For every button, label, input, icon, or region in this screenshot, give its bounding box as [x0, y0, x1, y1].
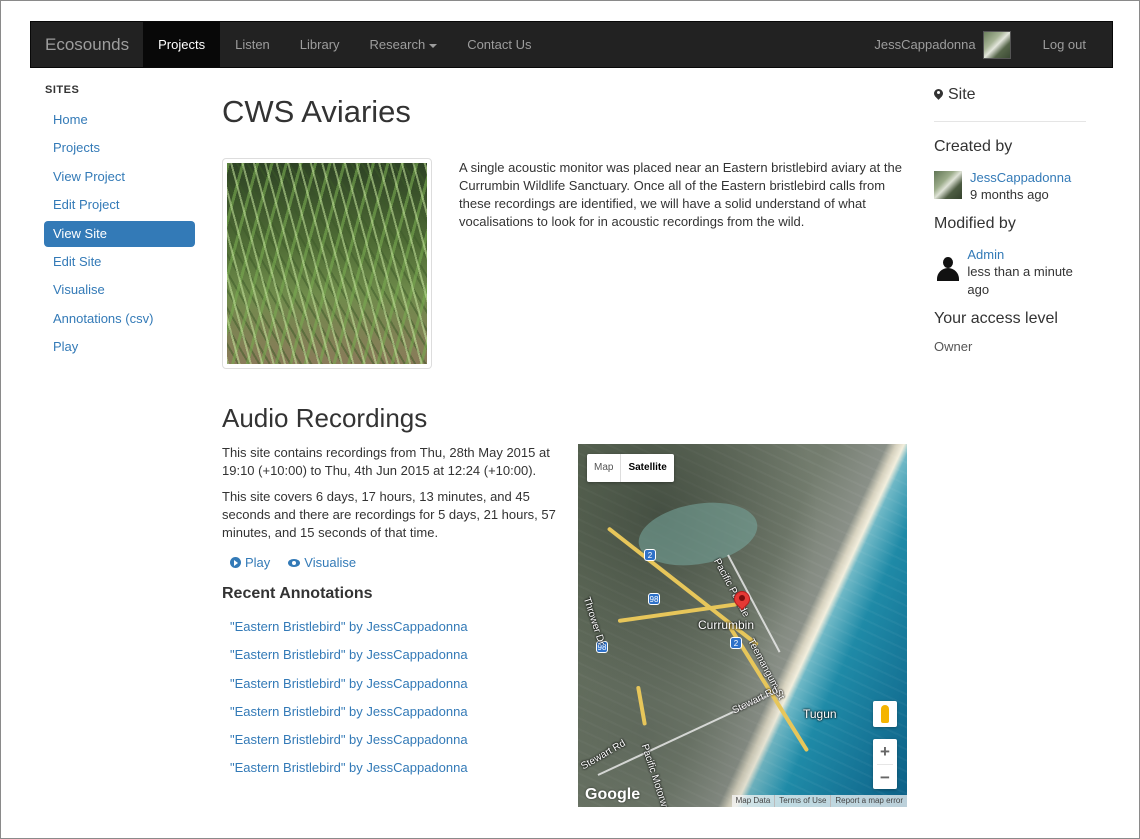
annotation-link[interactable]: "Eastern Bristlebird" by JessCappadonna — [230, 759, 468, 787]
created-time: 9 months ago — [970, 187, 1049, 202]
play-link[interactable]: Play — [230, 555, 270, 570]
sidebar-item-projects[interactable]: Projects — [44, 135, 195, 161]
site-info-panel: Site Created by JessCappadonna 9 months … — [934, 84, 1086, 354]
play-label: Play — [245, 555, 271, 570]
map-data-link[interactable]: Map Data — [732, 795, 775, 807]
modified-time: less than a minute ago — [967, 264, 1073, 297]
map-type-control: Map Satellite — [587, 454, 674, 482]
nav-library[interactable]: Library — [285, 22, 355, 67]
nav-research[interactable]: Research — [355, 22, 453, 67]
access-level-title: Your access level — [934, 310, 1058, 327]
sidebar: SITES Home Projects View Project Edit Pr… — [44, 84, 195, 363]
site-description: A single acoustic monitor was placed nea… — [459, 160, 902, 229]
modifier-details: Admin less than a minute ago — [967, 246, 1086, 299]
brand-link[interactable]: Ecosounds — [31, 22, 143, 67]
site-label: Site — [948, 86, 976, 103]
creator-entry: JessCappadonna 9 months ago — [934, 169, 1086, 204]
map-type-map-button[interactable]: Map — [587, 454, 620, 482]
sidebar-item-view-site[interactable]: View Site — [44, 220, 195, 247]
report-map-error-link[interactable]: Report a map error — [830, 795, 907, 807]
annotation-link[interactable]: "Eastern Bristlebird" by JessCappadonna — [230, 703, 468, 731]
site-thumbnail — [222, 158, 432, 369]
terms-of-use-link[interactable]: Terms of Use — [774, 795, 830, 807]
map-type-satellite-button[interactable]: Satellite — [620, 454, 673, 482]
nav-contact-us[interactable]: Contact Us — [452, 22, 546, 67]
map-label-currumbin: Currumbin — [698, 618, 755, 632]
eye-icon — [288, 558, 301, 567]
logout-link[interactable]: Log out — [1023, 37, 1112, 52]
map-footer: Map Data Terms of Use Report a map error — [731, 795, 907, 807]
zoom-control: + − — [873, 739, 897, 789]
pegman-figure — [881, 705, 889, 723]
zoom-out-button[interactable]: − — [873, 765, 897, 790]
sidebar-item-home[interactable]: Home — [44, 107, 195, 133]
annotation-link[interactable]: "Eastern Bristlebird" by JessCappadonna — [230, 618, 468, 646]
visualise-label: Visualise — [304, 555, 357, 570]
user-avatar — [982, 30, 1011, 59]
play-circle-icon — [230, 557, 241, 568]
creator-name-link[interactable]: JessCappadonna — [970, 169, 1071, 186]
default-user-avatar — [934, 254, 960, 282]
audio-recordings-title: Audio Recordings — [222, 403, 428, 433]
sidebar-item-edit-site[interactable]: Edit Site — [44, 249, 195, 275]
page-title: CWS Aviaries — [222, 94, 411, 129]
route-shield: 98 — [648, 593, 660, 605]
nav-research-label: Research — [369, 37, 426, 52]
caret-down-icon — [429, 43, 438, 48]
site-map[interactable]: Map Satellite 2 98 98 2 Pacific Parade T… — [578, 444, 907, 807]
visualise-link[interactable]: Visualise — [288, 555, 356, 570]
sidebar-heading: SITES — [45, 84, 80, 96]
site-image — [227, 163, 427, 364]
modifier-entry: Admin less than a minute ago — [934, 246, 1086, 299]
user-name: JessCappadonna — [874, 37, 976, 52]
nav-listen[interactable]: Listen — [220, 22, 285, 67]
site-actions: Play Visualise — [230, 555, 356, 570]
street-view-pegman-icon[interactable] — [873, 701, 897, 727]
coverage-text: This site covers 6 days, 17 hours, 13 mi… — [222, 489, 556, 540]
sidebar-item-visualise[interactable]: Visualise — [44, 277, 195, 303]
creator-avatar — [934, 171, 962, 199]
divider — [934, 121, 1086, 122]
annotation-list: "Eastern Bristlebird" by JessCappadonna … — [230, 618, 468, 788]
annotation-link[interactable]: "Eastern Bristlebird" by JessCappadonna — [230, 646, 468, 674]
annotation-link[interactable]: "Eastern Bristlebird" by JessCappadonna — [230, 675, 468, 703]
route-shield: 2 — [644, 549, 656, 561]
map-marker-icon — [934, 89, 943, 102]
recordings-range-text: This site contains recordings from Thu, … — [222, 445, 550, 478]
map-label-tugun: Tugun — [803, 707, 837, 721]
modifier-name-link[interactable]: Admin — [967, 246, 1086, 263]
route-shield: 2 — [730, 637, 742, 649]
top-navbar: Ecosounds Projects Listen Library Resear… — [30, 21, 1113, 68]
modified-by-title: Modified by — [934, 215, 1016, 232]
zoom-in-button[interactable]: + — [873, 739, 897, 764]
access-level-value: Owner — [934, 339, 973, 354]
created-by-title: Created by — [934, 138, 1013, 155]
sidebar-item-edit-project[interactable]: Edit Project — [44, 192, 195, 218]
creator-details: JessCappadonna 9 months ago — [970, 169, 1071, 204]
pin-dot — [739, 595, 745, 601]
recent-annotations-title: Recent Annotations — [222, 585, 373, 602]
nav-right: JessCappadonna Log out — [874, 22, 1112, 67]
map-marker-icon[interactable] — [730, 587, 754, 613]
sidebar-item-view-project[interactable]: View Project — [44, 164, 195, 190]
user-menu[interactable]: JessCappadonna — [874, 30, 1022, 59]
annotation-link[interactable]: "Eastern Bristlebird" by JessCappadonna — [230, 731, 468, 759]
site-heading: Site — [934, 84, 1086, 106]
sidebar-item-annotations-csv[interactable]: Annotations (csv) — [44, 306, 195, 332]
sidebar-item-play[interactable]: Play — [44, 334, 195, 360]
google-logo: Google — [585, 786, 641, 803]
nav-projects[interactable]: Projects — [143, 22, 221, 67]
